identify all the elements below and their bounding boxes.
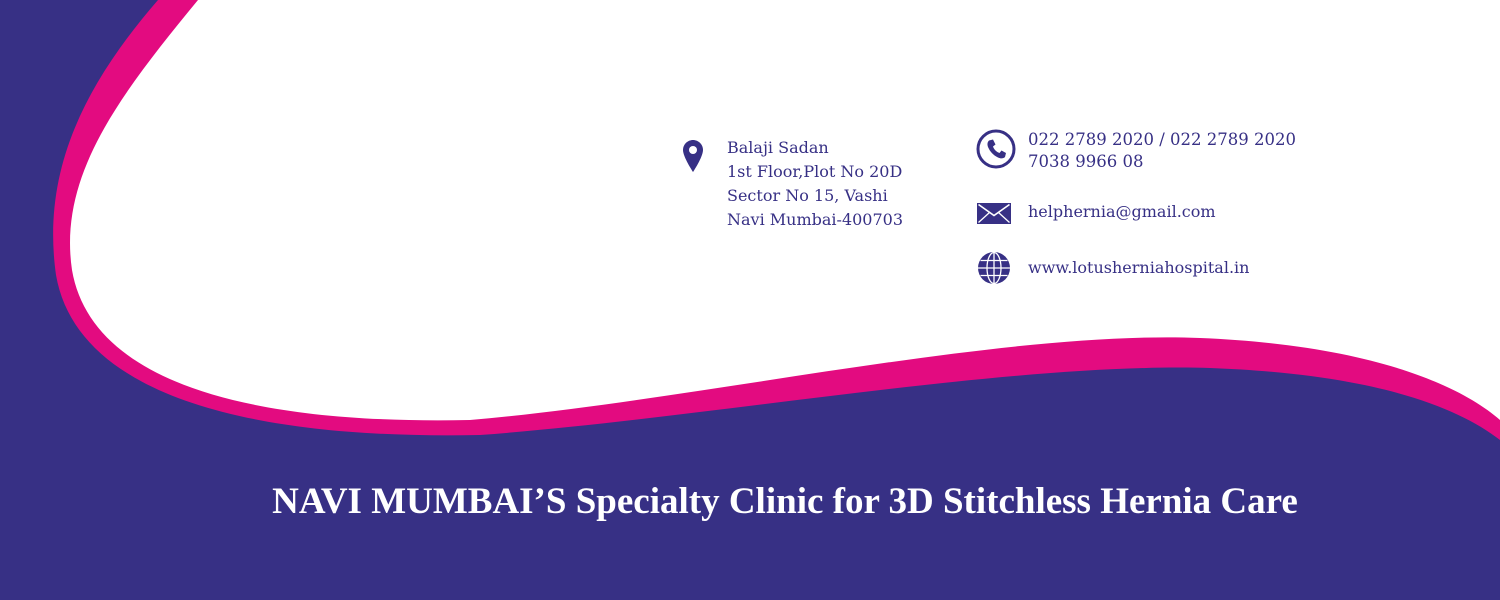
location-pin-icon [683,140,703,172]
address-line: 1st Floor,Plot No 20D [727,162,903,181]
address-line: Navi Mumbai-400703 [727,210,904,229]
phone-block: 022 2789 2020 / 022 2789 2020 7038 9966 … [1028,129,1296,173]
globe-icon [978,251,1010,285]
phone-line: 022 2789 2020 / 022 2789 2020 [1028,130,1296,149]
website-url: www.lotusherniahospital.in [1028,258,1250,277]
phone-icon [976,129,1016,169]
tagline: NAVI MUMBAI’S Specialty Clinic for 3D St… [272,481,1298,522]
envelope-icon [977,203,1011,224]
email-address: helphernia@gmail.com [1028,202,1216,221]
address-line: Balaji Sadan [727,138,829,157]
phone-line: 7038 9966 08 [1028,152,1144,171]
address-block: Balaji Sadan 1st Floor,Plot No 20D Secto… [727,136,903,232]
address-line: Sector No 15, Vashi [727,186,888,205]
